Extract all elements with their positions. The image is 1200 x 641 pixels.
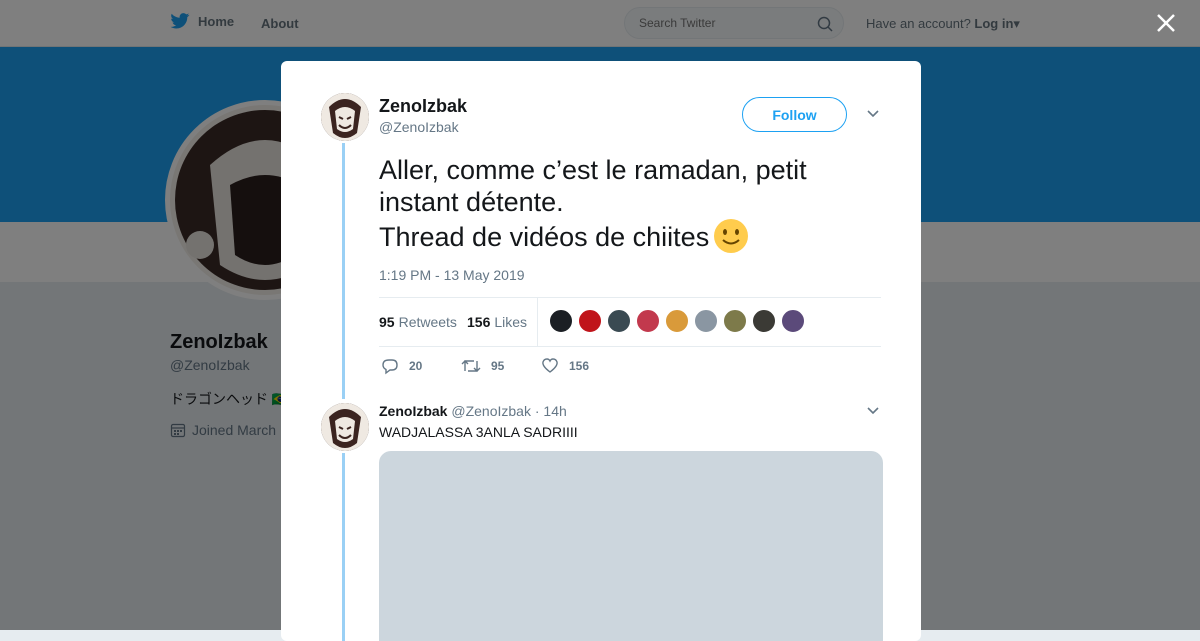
tweet-actions: 20 95 156 — [381, 357, 589, 375]
reply-author-handle[interactable]: @ZenoIzbak — [451, 403, 531, 419]
tweet-text-line3: Thread de vidéos de chiites — [379, 222, 710, 253]
reply-text: WADJALASSA 3ANLA SADRIIII — [379, 424, 578, 440]
liker-avatar[interactable] — [752, 309, 776, 333]
stats-divider — [537, 298, 538, 346]
tweet-timestamp[interactable]: 1:19 PM - 13 May 2019 — [379, 267, 525, 283]
avatar-illustration-icon — [321, 93, 369, 141]
heart-icon — [542, 358, 558, 373]
reply-separator: · — [534, 403, 540, 419]
likes-count: 156 — [467, 314, 491, 330]
chevron-down-icon[interactable] — [866, 109, 880, 119]
reply-count: 20 — [409, 359, 423, 373]
reply-action[interactable]: 20 — [381, 357, 461, 375]
tweet-text-line: instant détente. — [379, 187, 564, 217]
liker-avatar[interactable] — [694, 309, 718, 333]
reply-icon — [382, 359, 398, 375]
liker-avatar[interactable] — [549, 309, 573, 333]
thread-line — [342, 143, 345, 399]
tweet-modal: ZenoIzbak @ZenoIzbak Follow Aller, comme… — [281, 61, 921, 641]
tweet-text-line: Thread de vidéos de chiites — [379, 219, 879, 257]
retweet-action[interactable]: 95 — [461, 357, 541, 375]
liker-avatar[interactable] — [578, 309, 602, 333]
liker-avatar[interactable] — [723, 309, 747, 333]
liker-avatars — [549, 309, 810, 333]
media-placeholder[interactable] — [379, 451, 883, 641]
author-name[interactable]: ZenoIzbak — [379, 96, 467, 117]
author-avatar[interactable] — [321, 93, 369, 141]
like-count: 156 — [569, 359, 590, 373]
retweets-count: 95 — [379, 314, 395, 330]
slightly-smiling-face-emoji — [714, 219, 749, 253]
tweet-text-line: Aller, comme c’est le ramadan, petit — [379, 155, 807, 185]
liker-avatar[interactable] — [636, 309, 660, 333]
author-handle[interactable]: @ZenoIzbak — [379, 119, 459, 135]
liker-avatar[interactable] — [607, 309, 631, 333]
close-icon[interactable] — [1155, 12, 1177, 34]
tweet-stats: 95 Retweets 156 Likes — [379, 297, 881, 347]
reply-header: ZenoIzbak @ZenoIzbak · 14h — [379, 403, 567, 419]
follow-button[interactable]: Follow — [742, 97, 847, 132]
reply-author-name[interactable]: ZenoIzbak — [379, 403, 447, 419]
chevron-down-icon[interactable] — [866, 406, 880, 416]
retweet-count: 95 — [491, 359, 505, 373]
like-action[interactable]: 156 — [541, 357, 589, 375]
tweet-text: Aller, comme c’est le ramadan, petit ins… — [379, 154, 879, 257]
likes-label: Likes — [494, 314, 528, 330]
retweets-stat[interactable]: 95 Retweets — [379, 314, 457, 330]
liker-avatar[interactable] — [665, 309, 689, 333]
retweets-label: Retweets — [398, 314, 457, 330]
reply-time[interactable]: 14h — [543, 403, 566, 419]
likes-stat[interactable]: 156 Likes — [467, 314, 527, 330]
retweet-icon — [461, 360, 481, 372]
liker-avatar[interactable] — [781, 309, 805, 333]
reply-author-avatar[interactable] — [321, 403, 369, 451]
avatar-illustration-icon — [321, 403, 369, 451]
thread-line-lower — [342, 453, 345, 641]
